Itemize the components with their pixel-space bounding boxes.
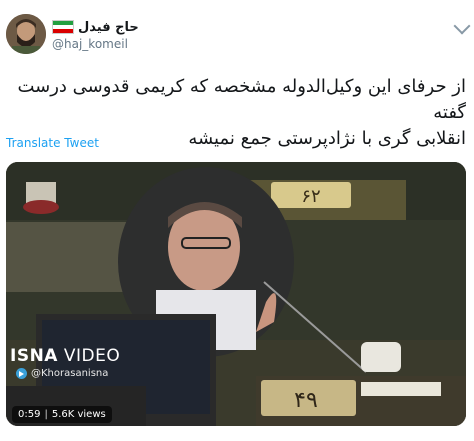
tweet-text-line-1: از حرفای این وکیل‌الدوله مشخصه که کریمی … [17, 76, 466, 123]
chevron-down-icon[interactable] [453, 17, 471, 35]
video-watermark-title: ISNA VIDEO [10, 346, 120, 366]
display-name[interactable]: حاج فیدل [78, 20, 139, 35]
video-player[interactable]: ۶۲ ۴۹ [6, 162, 466, 426]
watermark-light: VIDEO [57, 346, 121, 366]
user-handle[interactable]: @haj_komeil [52, 37, 128, 51]
video-views: 5.6K views [51, 409, 106, 420]
desk-number-front: ۴۹ [294, 388, 318, 413]
watermark-channel-text: @Khorasanisna [31, 368, 109, 379]
telegram-icon [16, 368, 27, 379]
video-frame: ۶۲ ۴۹ [6, 162, 466, 426]
video-info-badge: 0:59 | 5.6K views [12, 406, 112, 423]
desk-number-back: ۶۲ [301, 186, 320, 207]
translate-tweet-link[interactable]: Translate Tweet [6, 136, 99, 150]
avatar[interactable] [6, 14, 46, 54]
badge-separator: | [44, 409, 48, 420]
video-watermark-channel: @Khorasanisna [16, 368, 108, 379]
watermark-bold: ISNA [10, 346, 58, 366]
tweet-header: حاج فیدل @haj_komeil [0, 0, 474, 62]
video-duration: 0:59 [18, 409, 41, 420]
iran-flag-icon [52, 20, 74, 34]
